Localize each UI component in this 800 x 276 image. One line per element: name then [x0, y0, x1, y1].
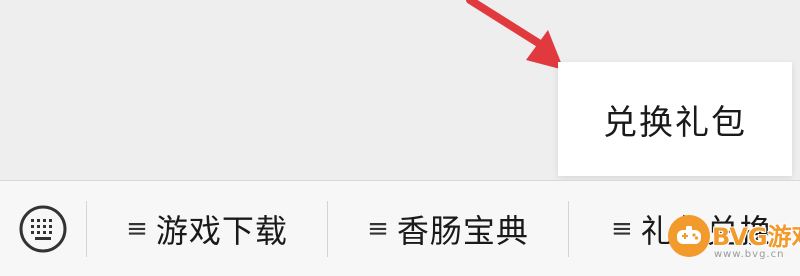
hamburger-icon: ≡ — [611, 213, 633, 244]
redeem-gift-menu-item[interactable]: 兑换礼包 — [558, 62, 792, 176]
tab-sausage-guide[interactable]: ≡ 香肠宝典 — [328, 181, 568, 276]
redeem-gift-label: 兑换礼包 — [603, 102, 747, 143]
tab-game-download[interactable]: ≡ 游戏下载 — [87, 181, 327, 276]
hamburger-icon: ≡ — [367, 213, 389, 244]
tab-label: 香肠宝典 — [396, 211, 529, 250]
watermark-brand: BVG游戏网 — [712, 223, 800, 251]
hamburger-icon: ≡ — [126, 213, 148, 244]
gamepad-icon — [668, 215, 710, 257]
site-watermark: BVG游戏网 www.bvg.cn — [668, 207, 800, 271]
tab-label: 游戏下载 — [155, 211, 288, 250]
keyboard-icon — [19, 205, 67, 252]
keyboard-toggle-button[interactable] — [0, 181, 86, 276]
watermark-url: www.bvg.cn — [714, 249, 785, 260]
